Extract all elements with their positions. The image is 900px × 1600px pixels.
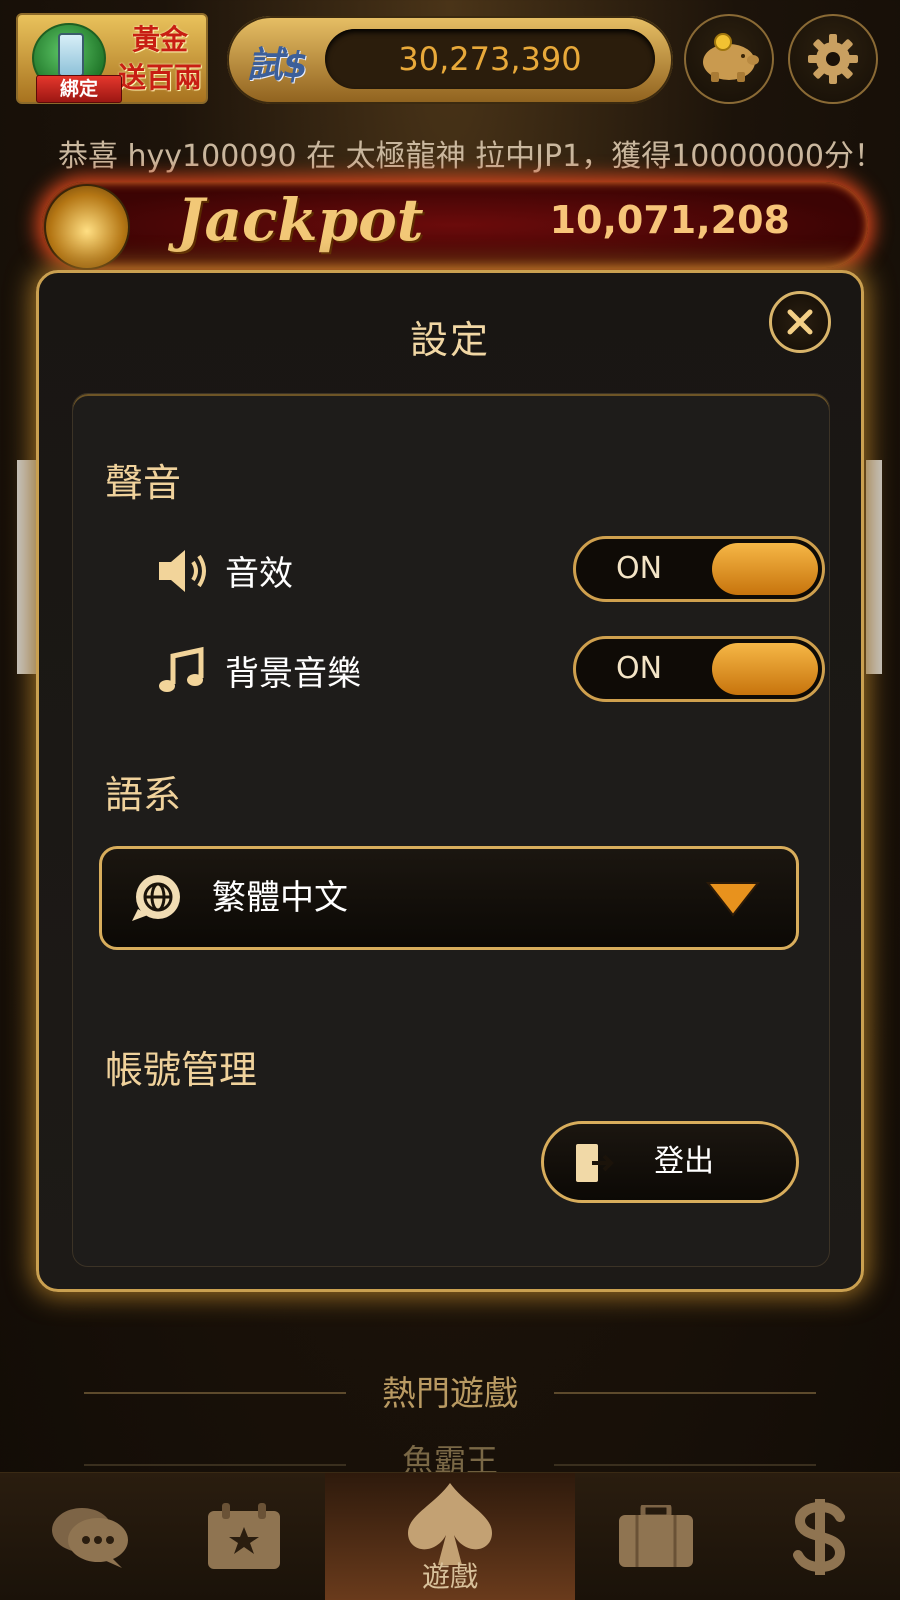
calendar-star-icon	[208, 1503, 280, 1569]
bind-label: 綁定	[36, 75, 122, 103]
bgm-toggle-state: ON	[616, 651, 663, 686]
music-note-icon	[157, 646, 207, 700]
nav-store[interactable]	[730, 1473, 900, 1600]
dialog-title: 設定	[409, 318, 490, 362]
jackpot-title: Jackpot	[177, 186, 424, 254]
bgm-toggle[interactable]: ON	[573, 636, 825, 702]
promo-text: 黃金 送百兩	[112, 21, 208, 97]
settings-button[interactable]	[788, 14, 878, 104]
bottom-navigation: 遊戲	[0, 1472, 900, 1600]
chat-icon	[52, 1508, 128, 1568]
speaker-icon	[157, 546, 211, 600]
dollar-icon	[793, 1499, 846, 1575]
nav-chat[interactable]	[0, 1473, 180, 1600]
toggle-knob	[712, 543, 818, 595]
globe-chat-icon	[130, 871, 184, 929]
toggle-knob	[712, 643, 818, 695]
logout-label: 登出	[654, 1144, 714, 1179]
trial-currency-label: 試$	[247, 45, 309, 86]
account-section-heading: 帳號管理	[105, 1048, 258, 1092]
jackpot-banner: Jackpot 10,071,208	[42, 182, 868, 270]
settings-panel: 聲音 音效 ON 背景音樂 ON 語系 繁體中文 帳號管理 登出	[72, 393, 830, 1267]
nav-games[interactable]: 遊戲	[325, 1473, 575, 1600]
chevron-down-icon	[705, 881, 761, 921]
promo-text-line1: 黃金	[131, 23, 188, 56]
settings-dialog: 設定 聲音 音效 ON 背景音樂 ON 語系 繁體中文 帳號管理 登出	[36, 270, 864, 1292]
language-select[interactable]: 繁體中文	[99, 846, 799, 950]
close-icon	[787, 309, 813, 335]
nav-games-label: 遊戲	[421, 1560, 478, 1593]
winner-marquee: 恭喜 hyy100090 在 太極龍神 拉中JP1，獲得10000000分！	[58, 139, 884, 173]
jackpot-value: 10,071,208	[549, 198, 790, 242]
logout-button[interactable]: 登出	[541, 1121, 799, 1203]
crown-icon	[44, 184, 130, 270]
nav-events[interactable]	[154, 1473, 334, 1600]
promo-text-line2: 送百兩	[117, 61, 202, 94]
close-button[interactable]	[769, 291, 831, 353]
bgm-label: 背景音樂	[225, 654, 361, 694]
bind-phone-promo-button[interactable]: 黃金 送百兩 綁定	[16, 13, 208, 104]
background-panel-left	[17, 460, 37, 674]
language-section-heading: 語系	[105, 773, 182, 817]
briefcase-icon	[619, 1505, 693, 1567]
background-panel-right	[866, 460, 882, 674]
hot-games-heading: 熱門遊戲	[382, 1374, 518, 1414]
sfx-label: 音效	[225, 554, 293, 594]
sound-section-heading: 聲音	[105, 461, 182, 505]
piggy-bank-button[interactable]	[684, 14, 774, 104]
logout-icon	[574, 1142, 614, 1188]
gear-icon	[808, 34, 858, 84]
sfx-toggle[interactable]: ON	[573, 536, 825, 602]
sfx-toggle-state: ON	[616, 551, 663, 586]
piggy-bank-icon	[703, 33, 759, 82]
language-value: 繁體中文	[212, 878, 348, 918]
balance-amount: 30,273,390	[325, 29, 655, 89]
nav-bag[interactable]	[566, 1473, 746, 1600]
balance-bar[interactable]: 試$ 30,273,390	[227, 16, 673, 104]
